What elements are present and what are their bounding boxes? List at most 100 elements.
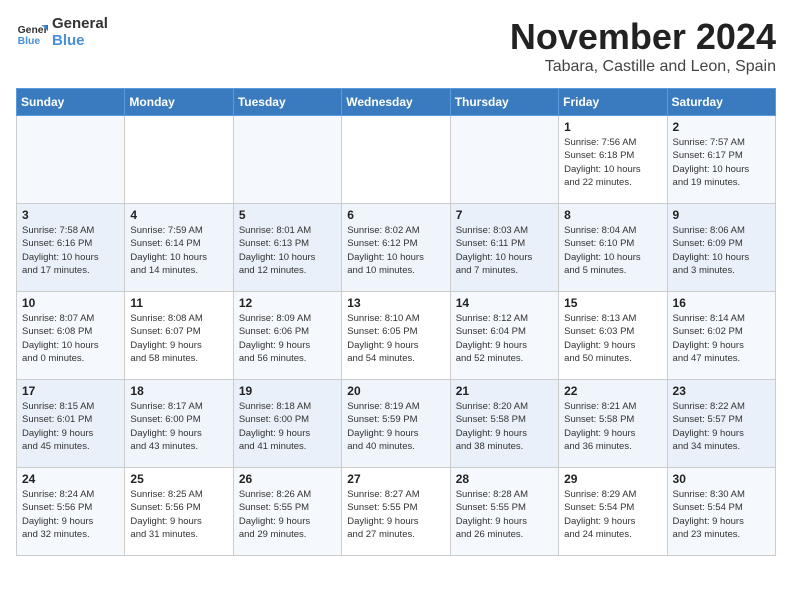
calendar-day-19: 19 Sunrise: 8:18 AM Sunset: 6:00 PM Dayli…: [233, 380, 341, 468]
day-number: 15: [564, 296, 661, 310]
day-info: Sunrise: 8:02 AM Sunset: 6:12 PM Dayligh…: [347, 224, 444, 277]
day-info: Sunrise: 8:06 AM Sunset: 6:09 PM Dayligh…: [673, 224, 770, 277]
day-info: Sunrise: 7:59 AM Sunset: 6:14 PM Dayligh…: [130, 224, 227, 277]
logo-icon: General Blue: [16, 17, 48, 49]
calendar-day-13: 13 Sunrise: 8:10 AM Sunset: 6:05 PM Dayli…: [342, 292, 450, 380]
calendar-day-14: 14 Sunrise: 8:12 AM Sunset: 6:04 PM Dayli…: [450, 292, 558, 380]
calendar-day-3: 3 Sunrise: 7:58 AM Sunset: 6:16 PM Daylig…: [17, 204, 125, 292]
day-number: 7: [456, 208, 553, 222]
calendar-day-27: 27 Sunrise: 8:27 AM Sunset: 5:55 PM Dayli…: [342, 468, 450, 556]
calendar-day-17: 17 Sunrise: 8:15 AM Sunset: 6:01 PM Dayli…: [17, 380, 125, 468]
weekday-header-tuesday: Tuesday: [233, 89, 341, 116]
day-info: Sunrise: 8:18 AM Sunset: 6:00 PM Dayligh…: [239, 400, 336, 453]
day-number: 22: [564, 384, 661, 398]
day-number: 4: [130, 208, 227, 222]
calendar-day-22: 22 Sunrise: 8:21 AM Sunset: 5:58 PM Dayli…: [559, 380, 667, 468]
day-number: 13: [347, 296, 444, 310]
logo-blue: Blue: [52, 33, 108, 50]
day-info: Sunrise: 8:10 AM Sunset: 6:05 PM Dayligh…: [347, 312, 444, 365]
calendar-table: SundayMondayTuesdayWednesdayThursdayFrid…: [16, 88, 776, 556]
day-number: 20: [347, 384, 444, 398]
page-header: General Blue General Blue November 2024 …: [16, 16, 776, 76]
weekday-header-monday: Monday: [125, 89, 233, 116]
day-number: 16: [673, 296, 770, 310]
day-info: Sunrise: 8:26 AM Sunset: 5:55 PM Dayligh…: [239, 488, 336, 541]
day-info: Sunrise: 8:12 AM Sunset: 6:04 PM Dayligh…: [456, 312, 553, 365]
day-number: 1: [564, 120, 661, 134]
day-info: Sunrise: 8:21 AM Sunset: 5:58 PM Dayligh…: [564, 400, 661, 453]
day-number: 5: [239, 208, 336, 222]
day-number: 19: [239, 384, 336, 398]
calendar-empty-cell: [17, 116, 125, 204]
logo: General Blue General Blue: [16, 16, 108, 49]
calendar-day-5: 5 Sunrise: 8:01 AM Sunset: 6:13 PM Daylig…: [233, 204, 341, 292]
calendar-day-20: 20 Sunrise: 8:19 AM Sunset: 5:59 PM Dayli…: [342, 380, 450, 468]
day-number: 3: [22, 208, 119, 222]
calendar-day-15: 15 Sunrise: 8:13 AM Sunset: 6:03 PM Dayli…: [559, 292, 667, 380]
day-number: 28: [456, 472, 553, 486]
day-info: Sunrise: 8:13 AM Sunset: 6:03 PM Dayligh…: [564, 312, 661, 365]
day-info: Sunrise: 8:19 AM Sunset: 5:59 PM Dayligh…: [347, 400, 444, 453]
calendar-day-21: 21Sunrise: 8:20 AM Sunset: 5:58 PM Dayli…: [450, 380, 558, 468]
day-number: 27: [347, 472, 444, 486]
day-number: 26: [239, 472, 336, 486]
calendar-empty-cell: [233, 116, 341, 204]
calendar-day-16: 16 Sunrise: 8:14 AM Sunset: 6:02 PM Dayli…: [667, 292, 775, 380]
day-info: Sunrise: 7:56 AM Sunset: 6:18 PM Dayligh…: [564, 136, 661, 189]
day-info: Sunrise: 8:08 AM Sunset: 6:07 PM Dayligh…: [130, 312, 227, 365]
day-number: 12: [239, 296, 336, 310]
day-info: Sunrise: 8:15 AM Sunset: 6:01 PM Dayligh…: [22, 400, 119, 453]
calendar-empty-cell: [125, 116, 233, 204]
day-info: Sunrise: 8:01 AM Sunset: 6:13 PM Dayligh…: [239, 224, 336, 277]
day-info: Sunrise: 8:24 AM Sunset: 5:56 PM Dayligh…: [22, 488, 119, 541]
day-number: 14: [456, 296, 553, 310]
day-number: 8: [564, 208, 661, 222]
day-info: Sunrise: 8:17 AM Sunset: 6:00 PM Dayligh…: [130, 400, 227, 453]
day-number: 25: [130, 472, 227, 486]
weekday-header-saturday: Saturday: [667, 89, 775, 116]
weekday-header-wednesday: Wednesday: [342, 89, 450, 116]
calendar-day-29: 29Sunrise: 8:29 AM Sunset: 5:54 PM Dayli…: [559, 468, 667, 556]
calendar-week-row: 17 Sunrise: 8:15 AM Sunset: 6:01 PM Dayli…: [17, 380, 776, 468]
calendar-day-7: 7Sunrise: 8:03 AM Sunset: 6:11 PM Daylig…: [450, 204, 558, 292]
day-number: 9: [673, 208, 770, 222]
day-info: Sunrise: 8:22 AM Sunset: 5:57 PM Dayligh…: [673, 400, 770, 453]
day-number: 10: [22, 296, 119, 310]
calendar-day-6: 6 Sunrise: 8:02 AM Sunset: 6:12 PM Daylig…: [342, 204, 450, 292]
calendar-week-row: 10 Sunrise: 8:07 AM Sunset: 6:08 PM Dayli…: [17, 292, 776, 380]
day-info: Sunrise: 8:29 AM Sunset: 5:54 PM Dayligh…: [564, 488, 661, 541]
calendar-empty-cell: [450, 116, 558, 204]
logo-general: General: [52, 16, 108, 33]
calendar-day-30: 30Sunrise: 8:30 AM Sunset: 5:54 PM Dayli…: [667, 468, 775, 556]
calendar-day-18: 18 Sunrise: 8:17 AM Sunset: 6:00 PM Dayli…: [125, 380, 233, 468]
day-info: Sunrise: 7:58 AM Sunset: 6:16 PM Dayligh…: [22, 224, 119, 277]
day-info: Sunrise: 8:30 AM Sunset: 5:54 PM Dayligh…: [673, 488, 770, 541]
title-section: November 2024 Tabara, Castille and Leon,…: [510, 16, 776, 76]
weekday-header-thursday: Thursday: [450, 89, 558, 116]
calendar-day-2: 2Sunrise: 7:57 AM Sunset: 6:17 PM Daylig…: [667, 116, 775, 204]
day-info: Sunrise: 8:25 AM Sunset: 5:56 PM Dayligh…: [130, 488, 227, 541]
calendar-day-25: 25 Sunrise: 8:25 AM Sunset: 5:56 PM Dayli…: [125, 468, 233, 556]
calendar-day-26: 26 Sunrise: 8:26 AM Sunset: 5:55 PM Dayli…: [233, 468, 341, 556]
location-title: Tabara, Castille and Leon, Spain: [510, 58, 776, 76]
calendar-day-4: 4 Sunrise: 7:59 AM Sunset: 6:14 PM Daylig…: [125, 204, 233, 292]
calendar-day-8: 8Sunrise: 8:04 AM Sunset: 6:10 PM Daylig…: [559, 204, 667, 292]
weekday-header-friday: Friday: [559, 89, 667, 116]
day-info: Sunrise: 8:27 AM Sunset: 5:55 PM Dayligh…: [347, 488, 444, 541]
day-number: 17: [22, 384, 119, 398]
day-number: 23: [673, 384, 770, 398]
day-number: 18: [130, 384, 227, 398]
calendar-empty-cell: [342, 116, 450, 204]
day-info: Sunrise: 8:14 AM Sunset: 6:02 PM Dayligh…: [673, 312, 770, 365]
day-number: 6: [347, 208, 444, 222]
day-info: Sunrise: 8:07 AM Sunset: 6:08 PM Dayligh…: [22, 312, 119, 365]
svg-text:Blue: Blue: [18, 36, 41, 47]
month-title: November 2024: [510, 16, 776, 58]
calendar-day-12: 12 Sunrise: 8:09 AM Sunset: 6:06 PM Dayli…: [233, 292, 341, 380]
calendar-day-11: 11Sunrise: 8:08 AM Sunset: 6:07 PM Dayli…: [125, 292, 233, 380]
calendar-day-9: 9 Sunrise: 8:06 AM Sunset: 6:09 PM Daylig…: [667, 204, 775, 292]
calendar-week-row: 1 Sunrise: 7:56 AM Sunset: 6:18 PM Daylig…: [17, 116, 776, 204]
day-number: 24: [22, 472, 119, 486]
calendar-week-row: 3 Sunrise: 7:58 AM Sunset: 6:16 PM Daylig…: [17, 204, 776, 292]
day-info: Sunrise: 8:09 AM Sunset: 6:06 PM Dayligh…: [239, 312, 336, 365]
